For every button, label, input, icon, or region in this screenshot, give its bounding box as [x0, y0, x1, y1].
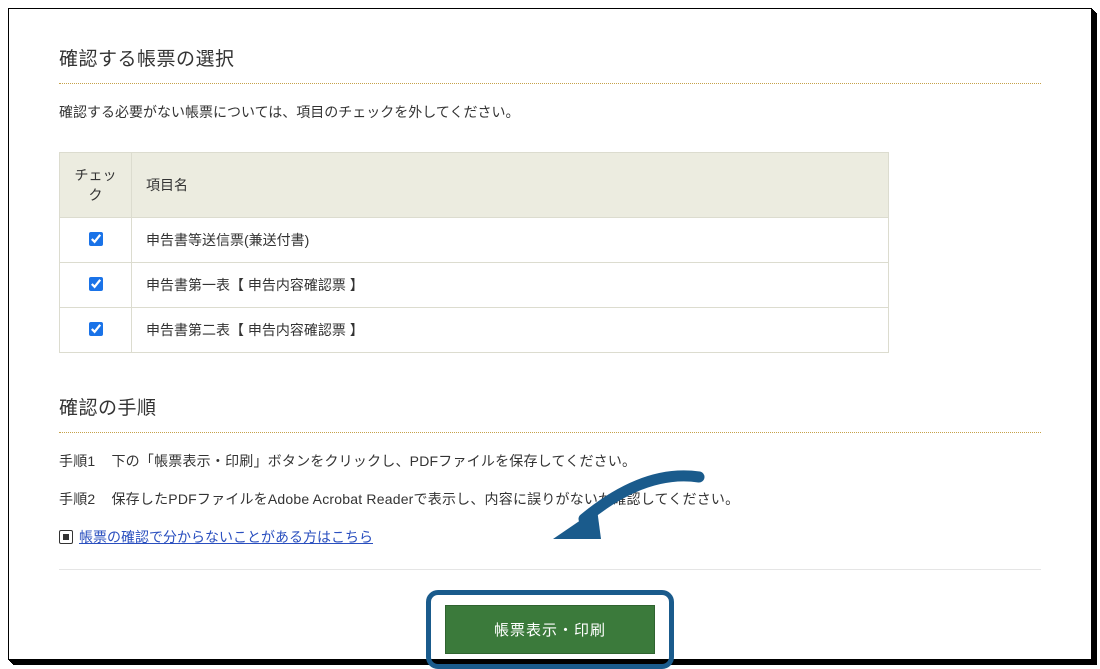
popup-icon: [59, 530, 73, 544]
section-title-procedure: 確認の手順: [59, 393, 1041, 420]
print-button-highlight-frame: 帳票表示・印刷: [426, 590, 674, 669]
table-row: 申告書第二表【 申告内容確認票 】: [60, 308, 889, 353]
button-row: 帳票表示・印刷: [59, 590, 1041, 669]
step-text: 下の「帳票表示・印刷」ボタンをクリックし、PDFファイルを保存してください。: [111, 453, 636, 469]
forms-table: チェック 項目名 申告書等送信票(兼送付書) 申告書第一表【 申告内容確認票 】…: [59, 152, 889, 353]
help-link[interactable]: 帳票の確認で分からないことがある方はこちら: [79, 527, 373, 547]
hint-uncheck-forms: 確認する必要がない帳票については、項目のチェックを外してください。: [59, 102, 1041, 122]
divider-thin: [59, 569, 1041, 570]
divider-dotted: [59, 432, 1041, 433]
form-name-cell: 申告書第二表【 申告内容確認票 】: [132, 308, 889, 353]
step-text: 保存したPDFファイルをAdobe Acrobat Readerで表示し、内容に…: [111, 491, 739, 507]
page-frame: 確認する帳票の選択 確認する必要がない帳票については、項目のチェックを外してくだ…: [8, 8, 1092, 660]
form-name-cell: 申告書等送信票(兼送付書): [132, 218, 889, 263]
step-2: 手順2 保存したPDFファイルをAdobe Acrobat Readerで表示し…: [59, 489, 1041, 509]
print-display-button[interactable]: 帳票表示・印刷: [445, 605, 655, 654]
table-row: 申告書等送信票(兼送付書): [60, 218, 889, 263]
step-1: 手順1 下の「帳票表示・印刷」ボタンをクリックし、PDFファイルを保存してくださ…: [59, 451, 1041, 471]
form-checkbox-0[interactable]: [89, 232, 103, 246]
table-header-name: 項目名: [132, 153, 889, 218]
form-checkbox-1[interactable]: [89, 277, 103, 291]
step-label: 手順2: [59, 491, 95, 507]
table-row: 申告書第一表【 申告内容確認票 】: [60, 263, 889, 308]
table-header-check: チェック: [60, 153, 132, 218]
form-checkbox-2[interactable]: [89, 322, 103, 336]
step-label: 手順1: [59, 453, 95, 469]
help-line: 帳票の確認で分からないことがある方はこちら: [59, 527, 1041, 547]
form-name-cell: 申告書第一表【 申告内容確認票 】: [132, 263, 889, 308]
divider-dotted: [59, 83, 1041, 84]
section-title-select-forms: 確認する帳票の選択: [59, 44, 1041, 71]
